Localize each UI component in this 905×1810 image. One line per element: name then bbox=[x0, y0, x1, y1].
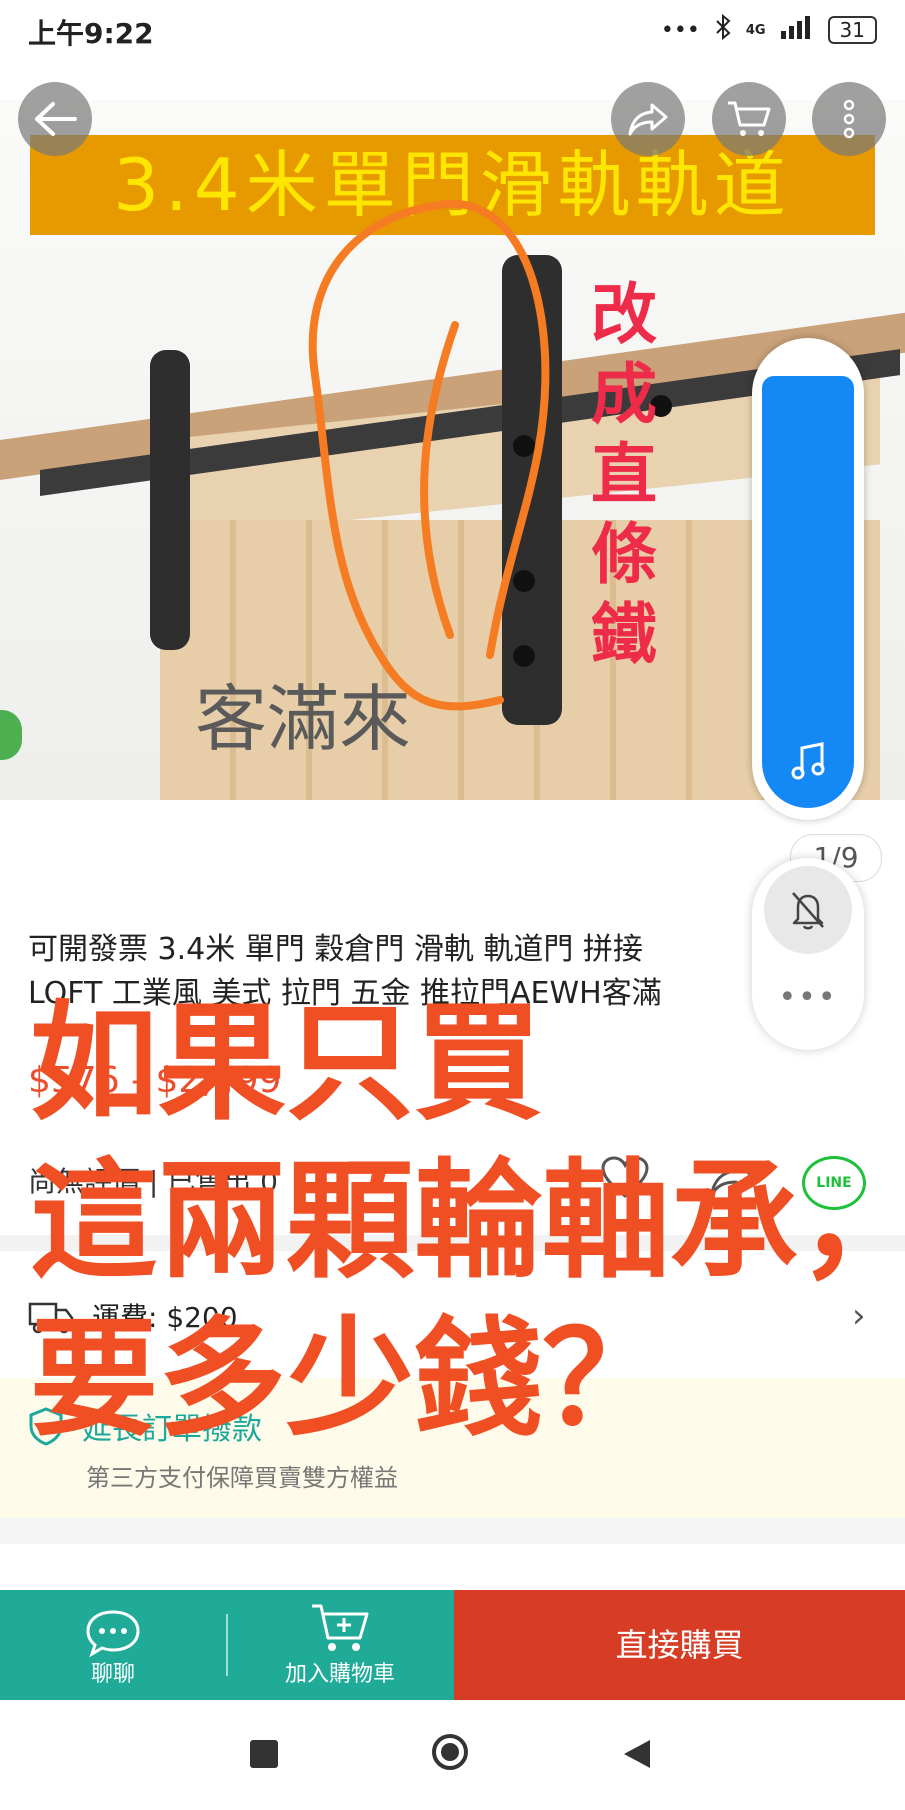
signal-dots: ••• bbox=[660, 17, 700, 43]
mute-bell-button[interactable] bbox=[764, 866, 852, 954]
status-time: 上午9:22 bbox=[28, 17, 154, 50]
home-icon[interactable] bbox=[432, 1734, 468, 1770]
product-title-line1: 可開發票 3.4米 單門 穀倉門 滑軌 軌道門 拼接 bbox=[28, 932, 643, 967]
section-divider bbox=[0, 1518, 905, 1544]
status-icons: ••• 4G 31 bbox=[660, 13, 877, 46]
music-note-icon[interactable] bbox=[790, 742, 826, 786]
share-button[interactable] bbox=[611, 82, 685, 156]
network-label: 4G bbox=[745, 22, 766, 38]
warranty-subtitle: 第三方支付保障買賣雙方權益 bbox=[86, 1464, 398, 1492]
image-hanger-left bbox=[150, 350, 190, 650]
annotation-line: 這兩顆輪軸承， bbox=[30, 1147, 905, 1296]
annotation-question: 如果只買 這兩顆輪軸承， 要多少錢？ bbox=[30, 985, 905, 1459]
buy-now-button[interactable]: 直接購買 bbox=[454, 1590, 905, 1700]
chat-button[interactable]: 聊聊 bbox=[0, 1590, 226, 1700]
back-triangle-icon[interactable] bbox=[622, 1738, 652, 1774]
arrow-left-icon bbox=[35, 102, 77, 136]
more-button[interactable] bbox=[812, 82, 886, 156]
status-bar: 上午9:22 ••• 4G 31 bbox=[0, 0, 905, 60]
battery-indicator: 31 bbox=[827, 16, 877, 44]
system-nav-bar bbox=[0, 1700, 905, 1810]
cart-icon bbox=[728, 101, 771, 136]
chat-label: 聊聊 bbox=[90, 1662, 135, 1687]
back-button[interactable] bbox=[18, 82, 92, 156]
share-icon bbox=[628, 103, 668, 136]
recent-apps-icon[interactable] bbox=[250, 1740, 278, 1768]
annotation-vertical-text: 改成直條鐵 bbox=[591, 276, 657, 673]
annotation-line: 要多少錢？ bbox=[30, 1305, 671, 1454]
bell-off-icon bbox=[792, 892, 824, 930]
chat-bubble-icon bbox=[86, 1610, 140, 1658]
button-divider bbox=[226, 1614, 228, 1676]
add-to-cart-button[interactable]: 加入購物車 bbox=[226, 1590, 454, 1700]
annotation-scribble bbox=[308, 199, 550, 711]
bluetooth-icon bbox=[714, 13, 732, 46]
cart-add-icon bbox=[312, 1604, 369, 1651]
more-vertical-icon bbox=[843, 99, 855, 139]
signal-bars-icon bbox=[780, 15, 814, 45]
cart-label: 加入購物車 bbox=[284, 1662, 395, 1687]
annotation-line: 如果只買 bbox=[30, 989, 543, 1138]
cart-button[interactable] bbox=[712, 82, 786, 156]
